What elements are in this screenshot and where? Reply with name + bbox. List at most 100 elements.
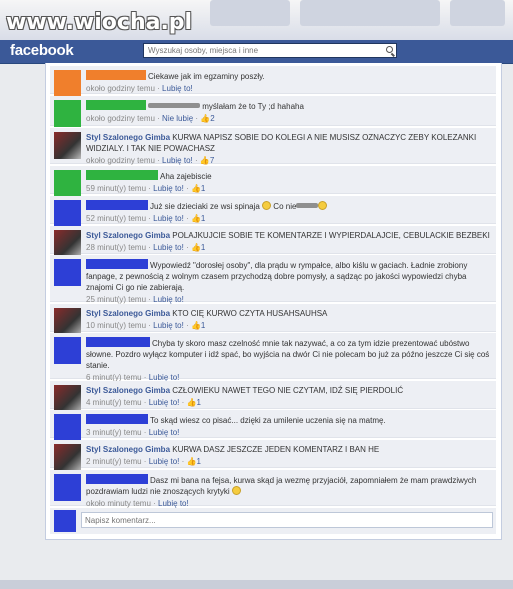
like-link[interactable]: Lubię to! <box>158 499 189 508</box>
avatar[interactable] <box>54 474 81 501</box>
redacted-name <box>86 414 148 424</box>
timestamp[interactable]: 3 minut(y) temu <box>86 428 142 437</box>
comment-meta: około godziny temu · Lubię to! · 👍7 <box>86 156 215 165</box>
like-link[interactable]: Lubię to! <box>162 84 193 93</box>
search-placeholder: Wyszukaj osoby, miejsca i inne <box>148 46 259 55</box>
comment-body: Wypowiedź "dorosłej osoby", dla prądu w … <box>86 259 492 305</box>
like-count[interactable]: 👍2 <box>200 114 214 123</box>
comment-row: Styl Szalonego Gimba KURWA DASZ JESZCZE … <box>50 440 496 471</box>
comment-row: Styl Szalonego Gimba CZŁOWIEKU NAWET TEG… <box>50 381 496 412</box>
like-count[interactable]: 👍1 <box>191 214 205 223</box>
comment-row: Już sie dzieciaki ze wsi spinaja Co nie 5… <box>50 196 496 227</box>
avatar[interactable] <box>54 308 81 335</box>
comment-input[interactable] <box>81 512 493 528</box>
unlike-link[interactable]: Nie lubię <box>162 114 193 123</box>
like-link[interactable]: Lubię to! <box>153 295 184 304</box>
author-name[interactable]: Styl Szalonego Gimba <box>86 231 170 240</box>
author-name[interactable]: Styl Szalonego Gimba <box>86 386 170 395</box>
like-count[interactable]: 👍7 <box>200 156 214 165</box>
redacted-name <box>86 100 146 110</box>
redacted-text <box>148 103 200 108</box>
like-link[interactable]: Lubię to! <box>149 428 180 437</box>
comment-row: Ciekawe jak im egzaminy poszły. około god… <box>50 66 496 97</box>
search-icon[interactable] <box>386 46 393 53</box>
avatar[interactable] <box>54 200 81 227</box>
timestamp[interactable]: 28 minut(y) temu <box>86 243 146 252</box>
facebook-bar: facebook Wyszukaj osoby, miejsca i inne <box>0 40 513 64</box>
avatar[interactable] <box>54 337 81 364</box>
blurred-area <box>300 0 440 26</box>
smiley-icon <box>318 201 328 210</box>
like-link[interactable]: Lubię to! <box>153 184 184 193</box>
redacted-name <box>86 474 148 484</box>
comment-meta: około godziny temu · Nie lubię · 👍2 <box>86 114 215 123</box>
timestamp[interactable]: około godziny temu <box>86 114 155 123</box>
timestamp[interactable]: 10 minut(y) temu <box>86 321 146 330</box>
avatar[interactable] <box>54 385 81 412</box>
thumbs-up-icon: 👍 <box>200 114 211 123</box>
comment-meta: 59 minut(y) temu · Lubię to! · 👍1 <box>86 184 206 193</box>
like-link[interactable]: Lubię to! <box>149 398 180 407</box>
comment-body: Chyba ty skoro masz czelność mnie tak na… <box>86 337 492 383</box>
like-count[interactable]: 👍1 <box>191 184 205 193</box>
redacted-name <box>86 337 150 347</box>
like-link[interactable]: Lubię to! <box>153 243 184 252</box>
avatar[interactable] <box>54 414 81 441</box>
comment-body: Dasz mi bana na fejsa, kurwa skąd ja wez… <box>86 474 492 509</box>
timestamp[interactable]: około godziny temu <box>86 156 155 165</box>
like-link[interactable]: Lubię to! <box>153 214 184 223</box>
comment-row: Dasz mi bana na fejsa, kurwa skąd ja wez… <box>50 470 496 509</box>
timestamp[interactable]: 59 minut(y) temu <box>86 184 146 193</box>
comment-text: POLAJKUJCIE SOBIE TE KOMENTARZE I WYPIER… <box>172 231 490 240</box>
avatar <box>54 510 76 532</box>
comment-meta: 28 minut(y) temu · Lubię to! · 👍1 <box>86 243 206 252</box>
like-link[interactable]: Lubię to! <box>153 321 184 330</box>
like-count[interactable]: 👍1 <box>187 457 201 466</box>
timestamp[interactable]: około godziny temu <box>86 84 155 93</box>
comment-text: Co nie <box>273 202 297 211</box>
avatar[interactable] <box>54 100 81 127</box>
comment-meta: 2 minut(y) temu · Lubię to! · 👍1 <box>86 457 201 466</box>
like-count[interactable]: 👍1 <box>191 321 205 330</box>
timestamp[interactable]: około minuty temu <box>86 499 151 508</box>
comment-body: To skąd wiesz co pisać... dzięki za umil… <box>86 414 492 438</box>
timestamp[interactable]: 52 minut(y) temu <box>86 214 146 223</box>
comment-text: KURWA DASZ JESZCZE JEDEN KOMENTARZ I BAN… <box>172 445 380 454</box>
comment-row: Wypowiedź "dorosłej osoby", dla prądu w … <box>50 255 496 305</box>
comment-meta: 3 minut(y) temu · Lubię to! <box>86 428 180 437</box>
timestamp[interactable]: 2 minut(y) temu <box>86 457 142 466</box>
thumbs-up-icon: 👍 <box>186 398 197 407</box>
redacted-name <box>86 200 148 210</box>
author-name[interactable]: Styl Szalonego Gimba <box>86 309 170 318</box>
search-input[interactable]: Wyszukaj osoby, miejsca i inne <box>143 43 397 58</box>
redacted-text <box>296 203 319 208</box>
avatar[interactable] <box>54 444 81 471</box>
comment-row: Styl Szalonego Gimba KTO CIĘ KURWO CZYTA… <box>50 304 496 335</box>
watermark: www.wiocha.pl <box>6 10 193 35</box>
comment-meta: 4 minut(y) temu · Lubię to! · 👍1 <box>86 398 201 407</box>
like-link[interactable]: Lubię to! <box>149 457 180 466</box>
avatar[interactable] <box>54 70 81 97</box>
comment-body: Styl Szalonego Gimba POLAJKUJCIE SOBIE T… <box>86 230 492 253</box>
like-count[interactable]: 👍1 <box>191 243 205 252</box>
like-link[interactable]: Lubię to! <box>162 156 193 165</box>
blurred-area <box>450 0 505 26</box>
new-comment-row <box>50 508 496 534</box>
comment-body: Już sie dzieciaki ze wsi spinaja Co nie 5… <box>86 200 492 224</box>
avatar[interactable] <box>54 230 81 257</box>
like-count[interactable]: 👍1 <box>187 398 201 407</box>
timestamp[interactable]: 4 minut(y) temu <box>86 398 142 407</box>
facebook-logo[interactable]: facebook <box>10 42 74 59</box>
avatar[interactable] <box>54 259 81 286</box>
timestamp[interactable]: 25 minut(y) temu <box>86 295 146 304</box>
comment-body: Ciekawe jak im egzaminy poszły. około god… <box>86 70 492 94</box>
comment-text: KTO CIĘ KURWO CZYTA HUSAHSAUHSA <box>172 309 328 318</box>
comment-body: Styl Szalonego Gimba KTO CIĘ KURWO CZYTA… <box>86 308 492 331</box>
comment-body: Aha zajebiscie 59 minut(y) temu · Lubię t… <box>86 170 492 194</box>
comment-row: To skąd wiesz co pisać... dzięki za umil… <box>50 410 496 441</box>
author-name[interactable]: Styl Szalonego Gimba <box>86 445 170 454</box>
avatar[interactable] <box>54 132 81 159</box>
avatar[interactable] <box>54 170 81 197</box>
author-name[interactable]: Styl Szalonego Gimba <box>86 133 170 142</box>
comment-meta: 10 minut(y) temu · Lubię to! · 👍1 <box>86 321 206 330</box>
